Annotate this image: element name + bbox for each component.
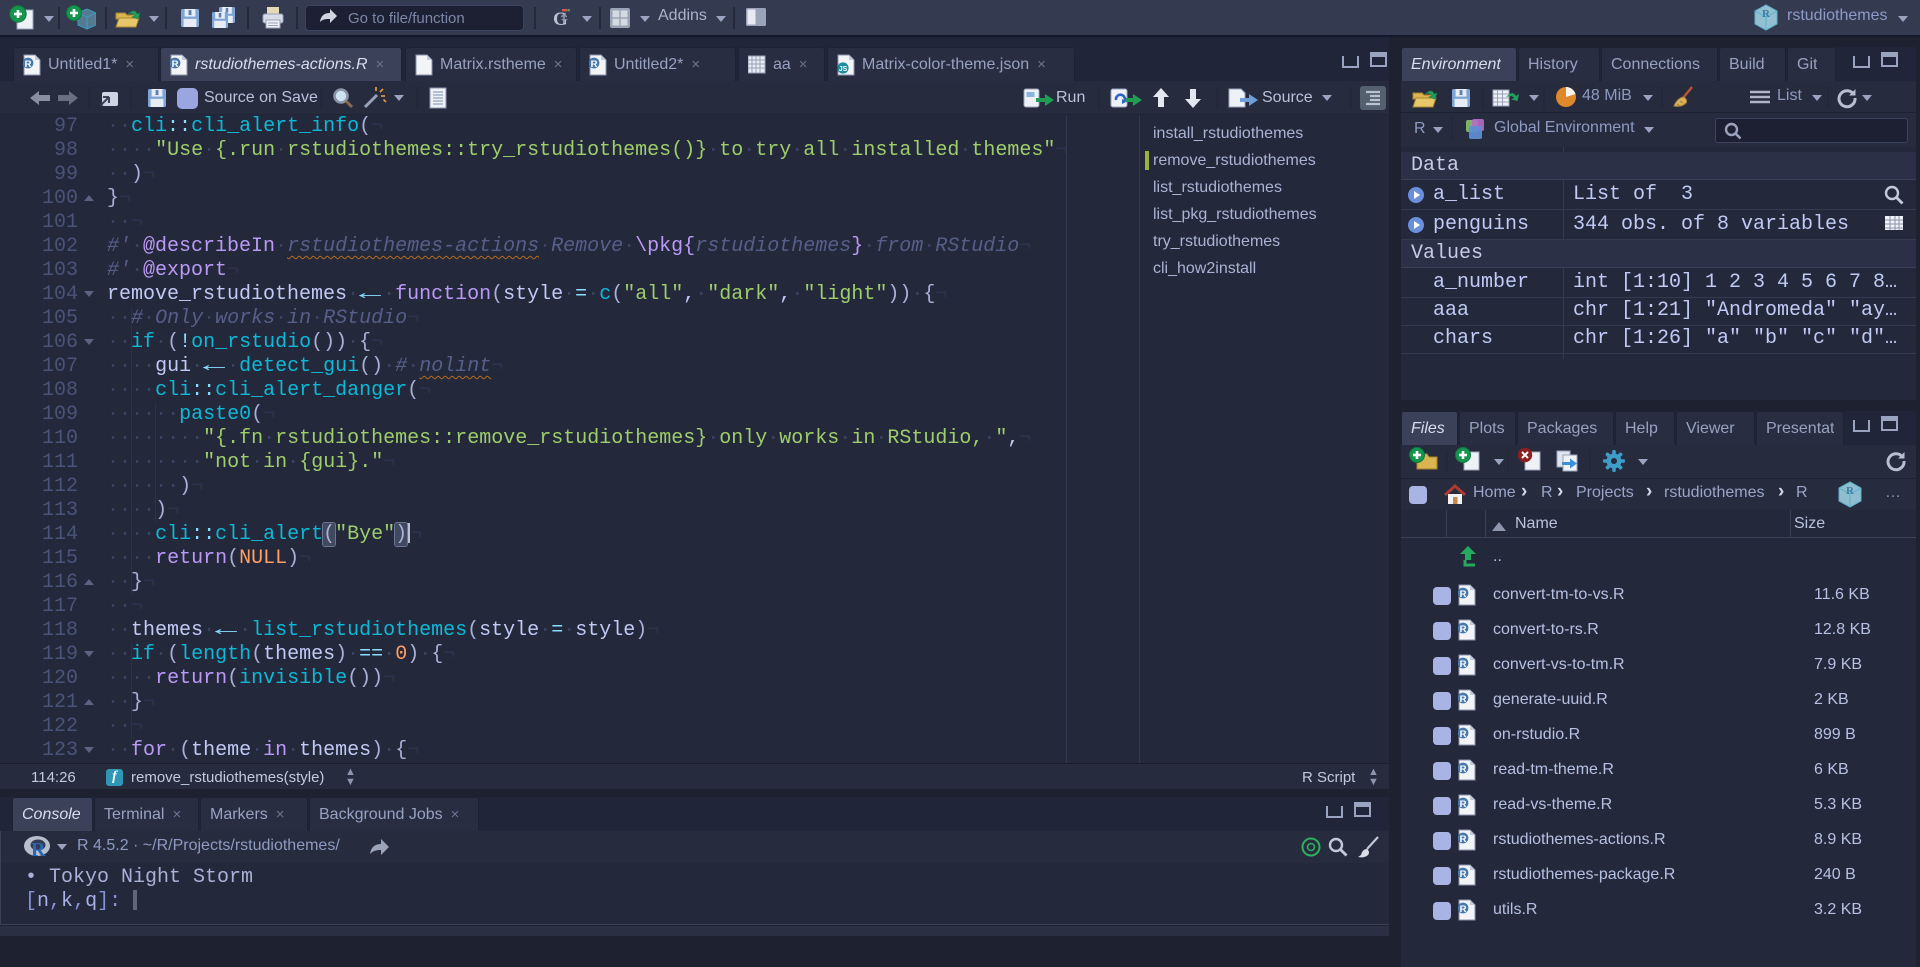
svg-text:R: R: [1460, 764, 1467, 775]
svg-text:R: R: [1460, 869, 1467, 880]
svg-text:R: R: [1460, 729, 1467, 740]
svg-text:R: R: [31, 839, 46, 859]
svg-text:R: R: [591, 59, 598, 70]
svg-text:R: R: [25, 59, 32, 70]
svg-text:R: R: [1846, 485, 1855, 497]
svg-text:R: R: [1460, 624, 1467, 635]
svg-text:R: R: [1460, 904, 1467, 915]
svg-text:R: R: [1460, 659, 1467, 670]
svg-text:R: R: [1460, 589, 1467, 600]
svg-text:G: G: [553, 9, 568, 30]
svg-text:R: R: [1460, 834, 1467, 845]
svg-text:R: R: [1460, 799, 1467, 810]
svg-text:R: R: [1460, 694, 1467, 705]
svg-text:R: R: [1762, 8, 1771, 20]
svg-text:JS: JS: [839, 66, 848, 73]
svg-text:R: R: [172, 59, 179, 70]
